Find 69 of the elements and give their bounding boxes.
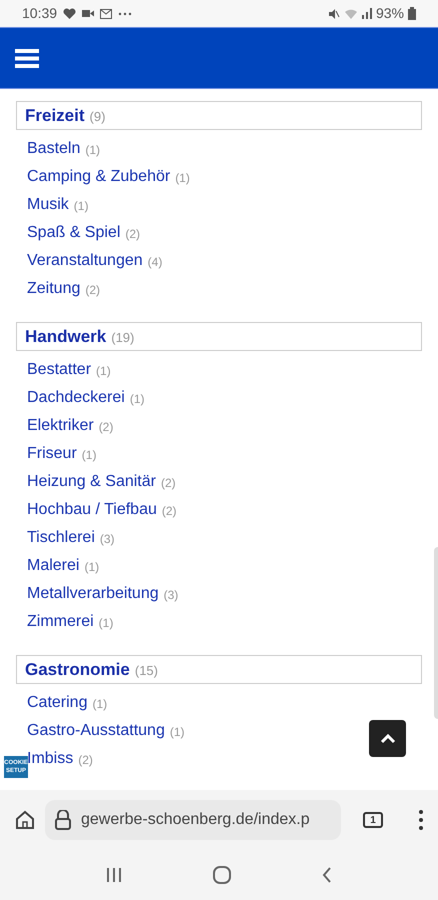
home-icon[interactable] [15,810,35,830]
heart-icon [63,8,76,20]
subcategory-link[interactable]: Camping & Zubehör [27,165,170,189]
category-title[interactable]: Freizeit [25,102,85,128]
subcategory-count: (1) [98,615,114,632]
subcategory-count: (1) [84,559,100,576]
mute-icon [328,8,340,20]
subcategory-count: (2) [78,752,93,769]
category-heading[interactable]: Freizeit (9) [16,101,422,130]
more-options-icon[interactable] [419,810,423,830]
subcategory-count: (2) [98,419,114,436]
subcategory-link[interactable]: Friseur [27,442,77,466]
subcategory-count: (3) [164,587,178,604]
subcategory-count: (2) [160,475,176,492]
url-text: gewerbe-schoenberg.de/index.p [81,810,310,830]
subcategory-link[interactable]: Heizung & Sanitär [27,470,156,494]
scroll-to-top-button[interactable] [369,720,406,757]
subcategory-count: (3) [100,531,115,548]
subcategory-count: (1) [170,724,185,741]
subcategory-link[interactable]: Hochbau / Tiefbau [27,498,157,522]
subcategory-link[interactable]: Imbiss [27,747,74,771]
recent-apps-icon[interactable] [106,867,122,883]
subcategory-count: (2) [162,503,177,520]
subcategory-link[interactable]: Basteln [27,137,80,161]
category-count: (9) [90,108,106,126]
category-count: (15) [134,662,158,680]
subcategory-link[interactable]: Catering [27,691,88,715]
battery-icon [408,7,416,20]
status-time: 10:39 [22,4,58,23]
subcategory-count: (1) [82,447,96,464]
subcategory-link[interactable]: Musik [27,193,69,217]
subcategory-count: (1) [85,142,100,159]
category-heading[interactable]: Gastronomie (15) [16,655,422,684]
category-heading[interactable]: Handwerk (19) [16,322,422,351]
signal-icon [362,8,372,19]
subcategory-link[interactable]: Malerei [27,554,80,578]
subcategory-link[interactable]: Gastro-Ausstattung [27,719,165,743]
lock-icon [55,810,71,830]
subcategory-count: (4) [148,254,162,271]
address-bar[interactable]: gewerbe-schoenberg.de/index.p [45,800,341,840]
back-icon[interactable] [322,867,332,883]
more-icon [118,12,132,16]
subcategory-link[interactable]: Bestatter [27,358,92,382]
subcategory-link[interactable]: Spaß & Spiel [27,221,120,245]
chevron-up-icon [380,734,396,744]
subcategory-link[interactable]: Dachdeckerei [27,386,125,410]
category-count: (19) [111,328,134,347]
subcategory-link[interactable]: Zimmerei [27,610,94,634]
wifi-icon [344,8,358,20]
subcategory-link[interactable]: Elektriker [27,414,94,438]
subcategory-link[interactable]: Veranstaltungen [27,249,143,273]
subcategory-count: (1) [92,696,108,713]
subcategory-count: (2) [85,282,100,299]
subcategory-link[interactable]: Zeitung [27,277,80,301]
subcategory-count: (1) [175,170,190,187]
subcategory-count: (1) [96,363,111,380]
battery-percent: 93% [376,4,404,23]
scrollbar-handle[interactable] [434,547,438,719]
subcategory-count: (1) [130,391,144,408]
tab-switcher-button[interactable]: 1 [363,812,383,828]
subcategory-link[interactable]: Tischlerei [27,526,95,550]
category-title[interactable]: Handwerk [25,324,106,350]
subcategory-link[interactable]: Metallverarbeitung [27,582,159,606]
subcategory-count: (1) [74,198,88,215]
mail-icon [100,8,112,18]
video-icon [82,9,94,18]
menu-icon[interactable] [15,48,39,68]
category-title[interactable]: Gastronomie [25,656,130,682]
subcategory-count: (2) [125,226,140,243]
